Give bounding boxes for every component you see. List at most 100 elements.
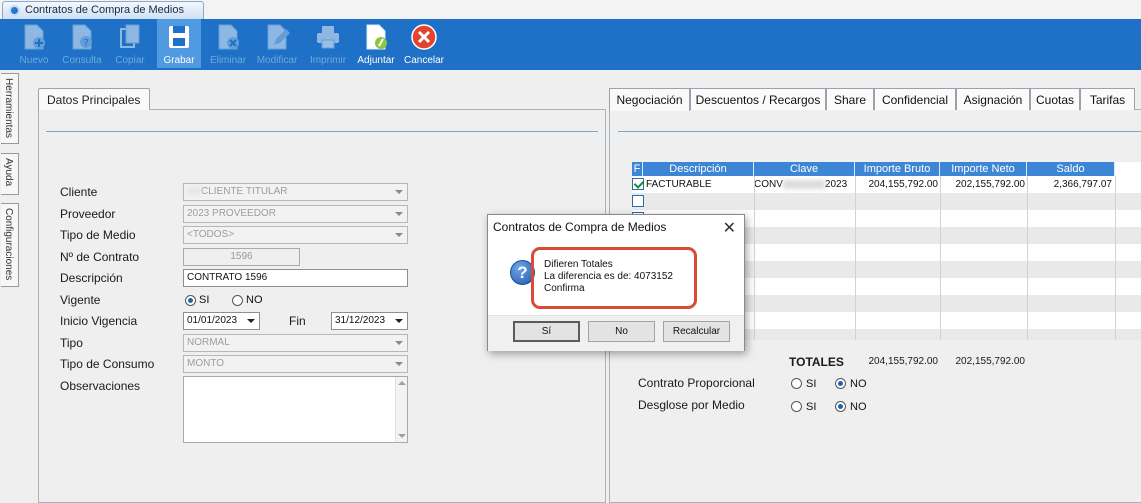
tipo-medio-value: <TODOS> — [187, 229, 235, 240]
side-tab-configuraciones-label: Configuraciones — [3, 208, 14, 281]
nro-contrato-label: Nº de Contrato — [60, 250, 140, 264]
proveedor-value: 2023 PROVEEDOR — [187, 208, 276, 219]
desglose-medio-label: Desglose por Medio — [638, 398, 745, 412]
tab-confidencial[interactable]: Confidencial — [874, 88, 956, 110]
proporcional-si-label: SI — [806, 378, 817, 390]
cell-descripcion: FACTURABLE — [646, 179, 712, 190]
column-divider — [855, 176, 856, 340]
document-tab[interactable]: Contratos de Compra de Medios — [2, 1, 204, 19]
tipo-medio-combo[interactable]: <TODOS> — [183, 226, 408, 244]
eliminar-button[interactable]: Eliminar — [206, 19, 250, 68]
inicio-vigencia-label: Inicio Vigencia — [60, 314, 138, 328]
copy-icon — [120, 24, 140, 48]
column-header-f[interactable]: F — [632, 162, 643, 176]
inicio-vigencia-date[interactable]: 01/01/2023 — [183, 312, 260, 330]
cell-importe-neto: 202,155,792.00 — [955, 179, 1025, 190]
adjuntar-button[interactable]: Adjuntar — [354, 19, 398, 68]
tab-tarifas-label: Tarifas — [1089, 93, 1126, 107]
dialog-title: Contratos de Compra de Medios — [493, 220, 667, 234]
cliente-combo[interactable]: CLIENTE TITULAR — [183, 183, 408, 201]
tab-asignacion[interactable]: Asignación — [956, 88, 1030, 110]
column-header-clave[interactable]: Clave — [754, 162, 855, 176]
nro-contrato-field: 1596 — [183, 248, 300, 266]
desglose-si-radio[interactable] — [791, 401, 802, 412]
grabar-button[interactable]: Grabar — [157, 19, 201, 68]
desglose-no-radio[interactable] — [835, 401, 846, 412]
row-checkbox[interactable] — [632, 195, 644, 207]
tab-tarifas[interactable]: Tarifas — [1080, 88, 1135, 110]
no-button[interactable]: No — [588, 321, 655, 342]
document-tab-label: Contratos de Compra de Medios — [25, 4, 184, 16]
side-tab-herramientas-label: Herramientas — [3, 78, 14, 139]
delete-icon — [218, 24, 239, 50]
tab-descuentos-recargos[interactable]: Descuentos / Recargos — [690, 88, 826, 110]
redacted-mark — [187, 187, 201, 196]
tipo-combo[interactable]: NORMAL — [183, 334, 408, 352]
recalcular-button[interactable]: Recalcular — [663, 321, 730, 342]
tipo-medio-label: Tipo de Medio — [60, 228, 136, 242]
chevron-down-icon — [247, 319, 255, 323]
side-tab-herramientas[interactable]: Herramientas — [1, 73, 19, 144]
fin-date[interactable]: 31/12/2023 — [331, 312, 408, 330]
column-header-importe-neto[interactable]: Importe Neto — [940, 162, 1027, 176]
tipo-consumo-value: MONTO — [187, 358, 225, 369]
cliente-label: Cliente — [60, 185, 98, 199]
copiar-button[interactable]: Copiar — [110, 19, 150, 68]
totales-neto: 202,155,792.00 — [955, 356, 1025, 367]
divider — [46, 131, 598, 132]
tab-datos-principales[interactable]: Datos Principales — [38, 88, 150, 110]
si-button[interactable]: Sí — [513, 321, 580, 342]
confirm-dialog: Contratos de Compra de Medios ✕ ? Difier… — [487, 214, 745, 351]
observaciones-memo[interactable] — [183, 376, 408, 443]
table-row[interactable]: FACTURABLE CONV 2023 204,155,792.00 202,1… — [632, 176, 1141, 193]
side-tab-ayuda[interactable]: Ayuda — [1, 153, 19, 195]
clave-suffix: 2023 — [824, 179, 848, 190]
chevron-down-icon — [395, 362, 403, 366]
imprimir-button[interactable]: Imprimir — [306, 19, 350, 68]
app-icon — [9, 5, 20, 16]
printer-icon — [317, 26, 339, 49]
fin-value: 31/12/2023 — [335, 315, 386, 326]
tipo-consumo-combo[interactable]: MONTO — [183, 355, 408, 373]
consulta-button[interactable]: ? Consulta — [60, 19, 104, 68]
cell-saldo: 2,366,797.07 — [1053, 179, 1112, 190]
vigente-no-label: NO — [246, 294, 263, 306]
tab-share[interactable]: Share — [826, 88, 874, 110]
observaciones-scrollbar[interactable] — [395, 377, 407, 442]
proporcional-si-radio[interactable] — [791, 378, 802, 389]
close-icon[interactable]: ✕ — [723, 218, 736, 238]
side-tab-configuraciones[interactable]: Configuraciones — [1, 203, 19, 287]
column-header-importe-bruto[interactable]: Importe Bruto — [855, 162, 940, 176]
toolbar: Nuevo ? Consulta Copiar Grabar Eliminar … — [0, 19, 1141, 70]
contrato-proporcional-label: Contrato Proporcional — [638, 376, 755, 390]
vigente-label: Vigente — [60, 293, 101, 307]
column-divider — [1027, 176, 1028, 340]
proveedor-combo[interactable]: 2023 PROVEEDOR — [183, 205, 408, 223]
modificar-button[interactable]: Modificar — [254, 19, 300, 68]
column-header-saldo[interactable]: Saldo — [1027, 162, 1115, 176]
dialog-message-line1: Difieren Totales — [544, 259, 613, 270]
tab-negociacion-label: Negociación — [616, 93, 683, 107]
tab-negociacion[interactable]: Negociación — [609, 88, 690, 111]
tab-cuotas[interactable]: Cuotas — [1030, 88, 1080, 110]
descripcion-field[interactable]: CONTRATO 1596 — [183, 269, 408, 287]
vigente-si-radio[interactable] — [185, 295, 196, 306]
vigente-no-radio[interactable] — [232, 295, 243, 306]
column-header-descripcion[interactable]: Descripción — [643, 162, 754, 176]
column-divider — [754, 176, 755, 340]
title-bar: Contratos de Compra de Medios — [0, 0, 1141, 19]
side-tab-ayuda-label: Ayuda — [3, 158, 14, 187]
proporcional-no-radio[interactable] — [835, 378, 846, 389]
column-divider — [940, 176, 941, 340]
cancel-icon — [411, 24, 437, 50]
cell-importe-bruto: 204,155,792.00 — [868, 179, 938, 190]
chevron-down-icon — [395, 190, 403, 194]
row-checkbox[interactable] — [632, 178, 644, 190]
query-icon: ? — [72, 24, 92, 50]
proporcional-no-label: NO — [850, 378, 867, 390]
tab-share-label: Share — [833, 93, 867, 107]
cancelar-button[interactable]: Cancelar — [402, 19, 446, 68]
table-row[interactable] — [632, 193, 1141, 210]
descripcion-label: Descripción — [60, 271, 123, 285]
nuevo-button[interactable]: Nuevo — [14, 19, 54, 68]
